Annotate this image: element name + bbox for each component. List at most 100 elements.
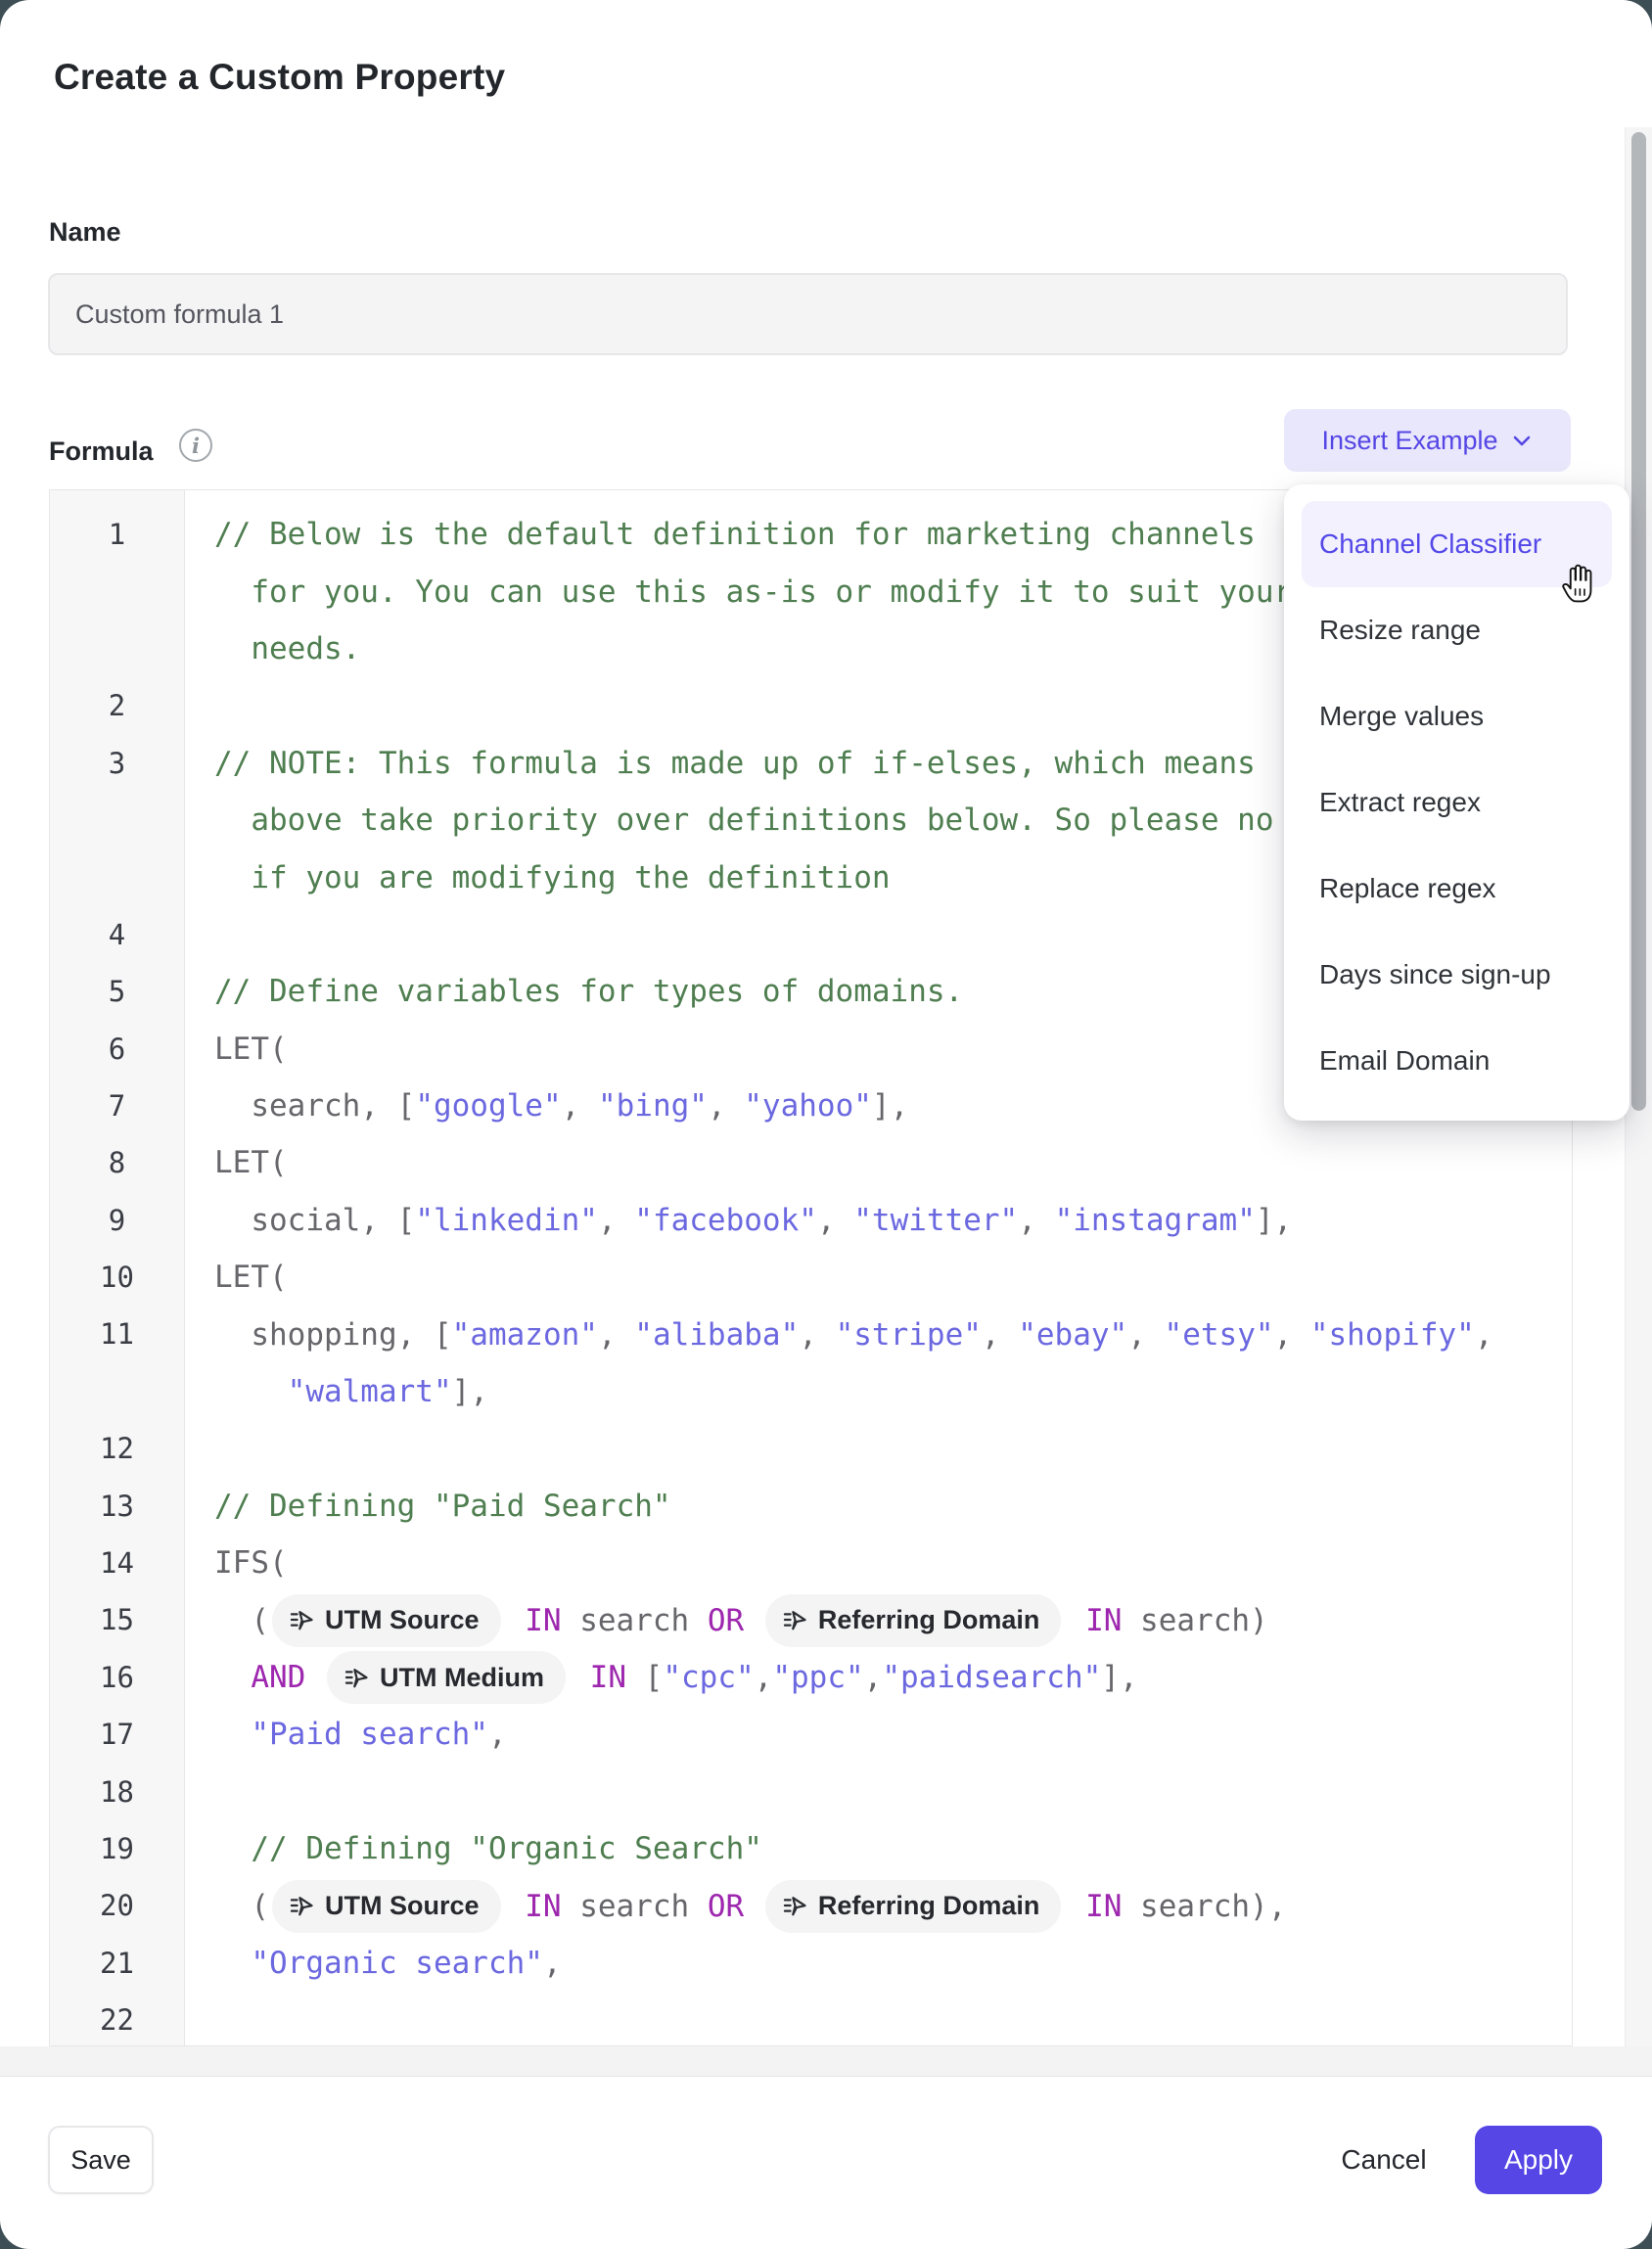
- menu-item-days-since-sign-up[interactable]: Days since sign-up: [1302, 932, 1612, 1018]
- line-number: 17: [50, 1706, 184, 1763]
- line-number: 14: [50, 1535, 184, 1591]
- code-row[interactable]: LET(: [214, 1134, 1572, 1191]
- code-comment: // Below is the default definition for m…: [214, 517, 1256, 552]
- cancel-button[interactable]: Cancel: [1315, 2126, 1452, 2194]
- code-row[interactable]: [214, 1764, 1572, 1820]
- code-row[interactable]: (UTM Source IN search OR Referring Domai…: [214, 1591, 1572, 1648]
- line-number: 11: [50, 1306, 184, 1362]
- code-text: ,: [1274, 1317, 1310, 1353]
- property-icon: [343, 1665, 369, 1691]
- code-row[interactable]: social, ["linkedin", "facebook", "twitte…: [214, 1192, 1572, 1249]
- code-text: ],: [1101, 1660, 1137, 1695]
- code-comment: if you are modifying the definition: [214, 860, 891, 895]
- code-text: [1067, 1603, 1085, 1638]
- name-input[interactable]: [48, 273, 1568, 355]
- code-text: LET(: [214, 1032, 288, 1067]
- code-comment: for you. You can use this as-is or modif…: [214, 574, 1292, 610]
- save-button[interactable]: Save: [48, 2126, 154, 2194]
- code-keyword: IN: [525, 1603, 561, 1638]
- insert-example-button[interactable]: Insert Example: [1284, 409, 1571, 472]
- property-chip-utm-source[interactable]: UTM Source: [272, 1880, 501, 1933]
- code-row[interactable]: AND UTM Medium IN ["cpc","ppc","paidsear…: [214, 1649, 1572, 1706]
- line-number: 21: [50, 1935, 184, 1992]
- code-string: "twitter": [853, 1203, 1018, 1238]
- property-chip-utm-medium[interactable]: UTM Medium: [327, 1651, 566, 1704]
- property-chip-referring-domain[interactable]: Referring Domain: [765, 1880, 1062, 1933]
- code-text: [744, 1889, 762, 1924]
- create-custom-property-modal: Create a Custom Property Name Formula i …: [0, 0, 1652, 2249]
- line-number: [50, 563, 184, 620]
- line-number: 7: [50, 1078, 184, 1134]
- apply-button[interactable]: Apply: [1475, 2126, 1602, 2194]
- code-text: [214, 1660, 251, 1695]
- code-row[interactable]: IFS(: [214, 1535, 1572, 1591]
- line-number: 4: [50, 906, 184, 963]
- line-number: 19: [50, 1820, 184, 1877]
- menu-item-replace-regex[interactable]: Replace regex: [1302, 846, 1612, 932]
- code-row[interactable]: "walmart"],: [214, 1363, 1572, 1420]
- property-chip-label: Referring Domain: [818, 1605, 1040, 1635]
- menu-item-email-domain[interactable]: Email Domain: [1302, 1018, 1612, 1104]
- code-string: "Organic search": [251, 1946, 543, 1981]
- code-string: "paidsearch": [882, 1660, 1101, 1695]
- code-comment: // Defining "Organic Search": [251, 1831, 762, 1866]
- code-text: [214, 1946, 251, 1981]
- line-number: [50, 620, 184, 677]
- code-text: social, [: [214, 1203, 415, 1238]
- code-row[interactable]: shopping, ["amazon", "alibaba", "stripe"…: [214, 1306, 1572, 1362]
- code-text: ,: [562, 1088, 598, 1124]
- code-string: "shopify": [1310, 1317, 1475, 1353]
- menu-item-resize-range[interactable]: Resize range: [1302, 587, 1612, 673]
- code-text: IFS(: [214, 1545, 288, 1581]
- line-number: 13: [50, 1478, 184, 1535]
- code-comment: above take priority over definitions bel…: [214, 803, 1274, 838]
- code-row[interactable]: [214, 1992, 1572, 2045]
- property-icon: [288, 1607, 314, 1633]
- code-row[interactable]: // Defining "Paid Search": [214, 1478, 1572, 1535]
- property-chip-utm-source[interactable]: UTM Source: [272, 1594, 501, 1647]
- menu-item-channel-classifier[interactable]: Channel Classifier: [1302, 501, 1612, 587]
- info-icon[interactable]: i: [179, 429, 212, 462]
- code-text: [1067, 1889, 1085, 1924]
- code-text: ,: [982, 1317, 1018, 1353]
- property-icon: [288, 1893, 314, 1919]
- line-number: 12: [50, 1420, 184, 1477]
- line-number-gutter: 12345678910111213141516171819202122: [50, 490, 185, 2045]
- code-row[interactable]: "Paid search",: [214, 1706, 1572, 1763]
- line-number: [50, 849, 184, 905]
- code-string: "google": [415, 1088, 561, 1124]
- code-row[interactable]: (UTM Source IN search OR Referring Domai…: [214, 1877, 1572, 1934]
- code-text: shopping, [: [214, 1317, 452, 1353]
- code-row[interactable]: // Defining "Organic Search": [214, 1820, 1572, 1877]
- line-number: 3: [50, 735, 184, 792]
- menu-item-extract-regex[interactable]: Extract regex: [1302, 759, 1612, 846]
- code-text: search, [: [214, 1088, 415, 1124]
- scrollbar-thumb[interactable]: [1631, 132, 1646, 1111]
- line-number: 6: [50, 1021, 184, 1078]
- line-number: 22: [50, 1992, 184, 2046]
- code-row[interactable]: [214, 1420, 1572, 1477]
- code-comment: // NOTE: This formula is made up of if-e…: [214, 746, 1274, 781]
- code-text: (: [214, 1603, 269, 1638]
- insert-example-menu: Channel ClassifierResize rangeMerge valu…: [1284, 484, 1629, 1121]
- code-string: "ppc": [772, 1660, 863, 1695]
- code-text: ,: [488, 1717, 507, 1752]
- code-string: "alibaba": [634, 1317, 799, 1353]
- formula-label: Formula: [49, 436, 154, 467]
- code-text: ,: [1018, 1203, 1054, 1238]
- code-text: ,: [799, 1317, 835, 1353]
- code-text: [744, 1603, 762, 1638]
- line-number: [50, 1363, 184, 1420]
- code-string: "Paid search": [251, 1717, 488, 1752]
- menu-item-merge-values[interactable]: Merge values: [1302, 673, 1612, 759]
- code-keyword: IN: [590, 1660, 626, 1695]
- code-text: LET(: [214, 1145, 288, 1180]
- code-text: ,: [1475, 1317, 1493, 1353]
- property-chip-label: UTM Source: [325, 1891, 480, 1921]
- code-row[interactable]: "Organic search",: [214, 1935, 1572, 1992]
- page-title: Create a Custom Property: [54, 57, 505, 98]
- code-comment: needs.: [214, 631, 360, 666]
- code-row[interactable]: LET(: [214, 1249, 1572, 1306]
- property-chip-referring-domain[interactable]: Referring Domain: [765, 1594, 1062, 1647]
- code-keyword: OR: [708, 1889, 744, 1924]
